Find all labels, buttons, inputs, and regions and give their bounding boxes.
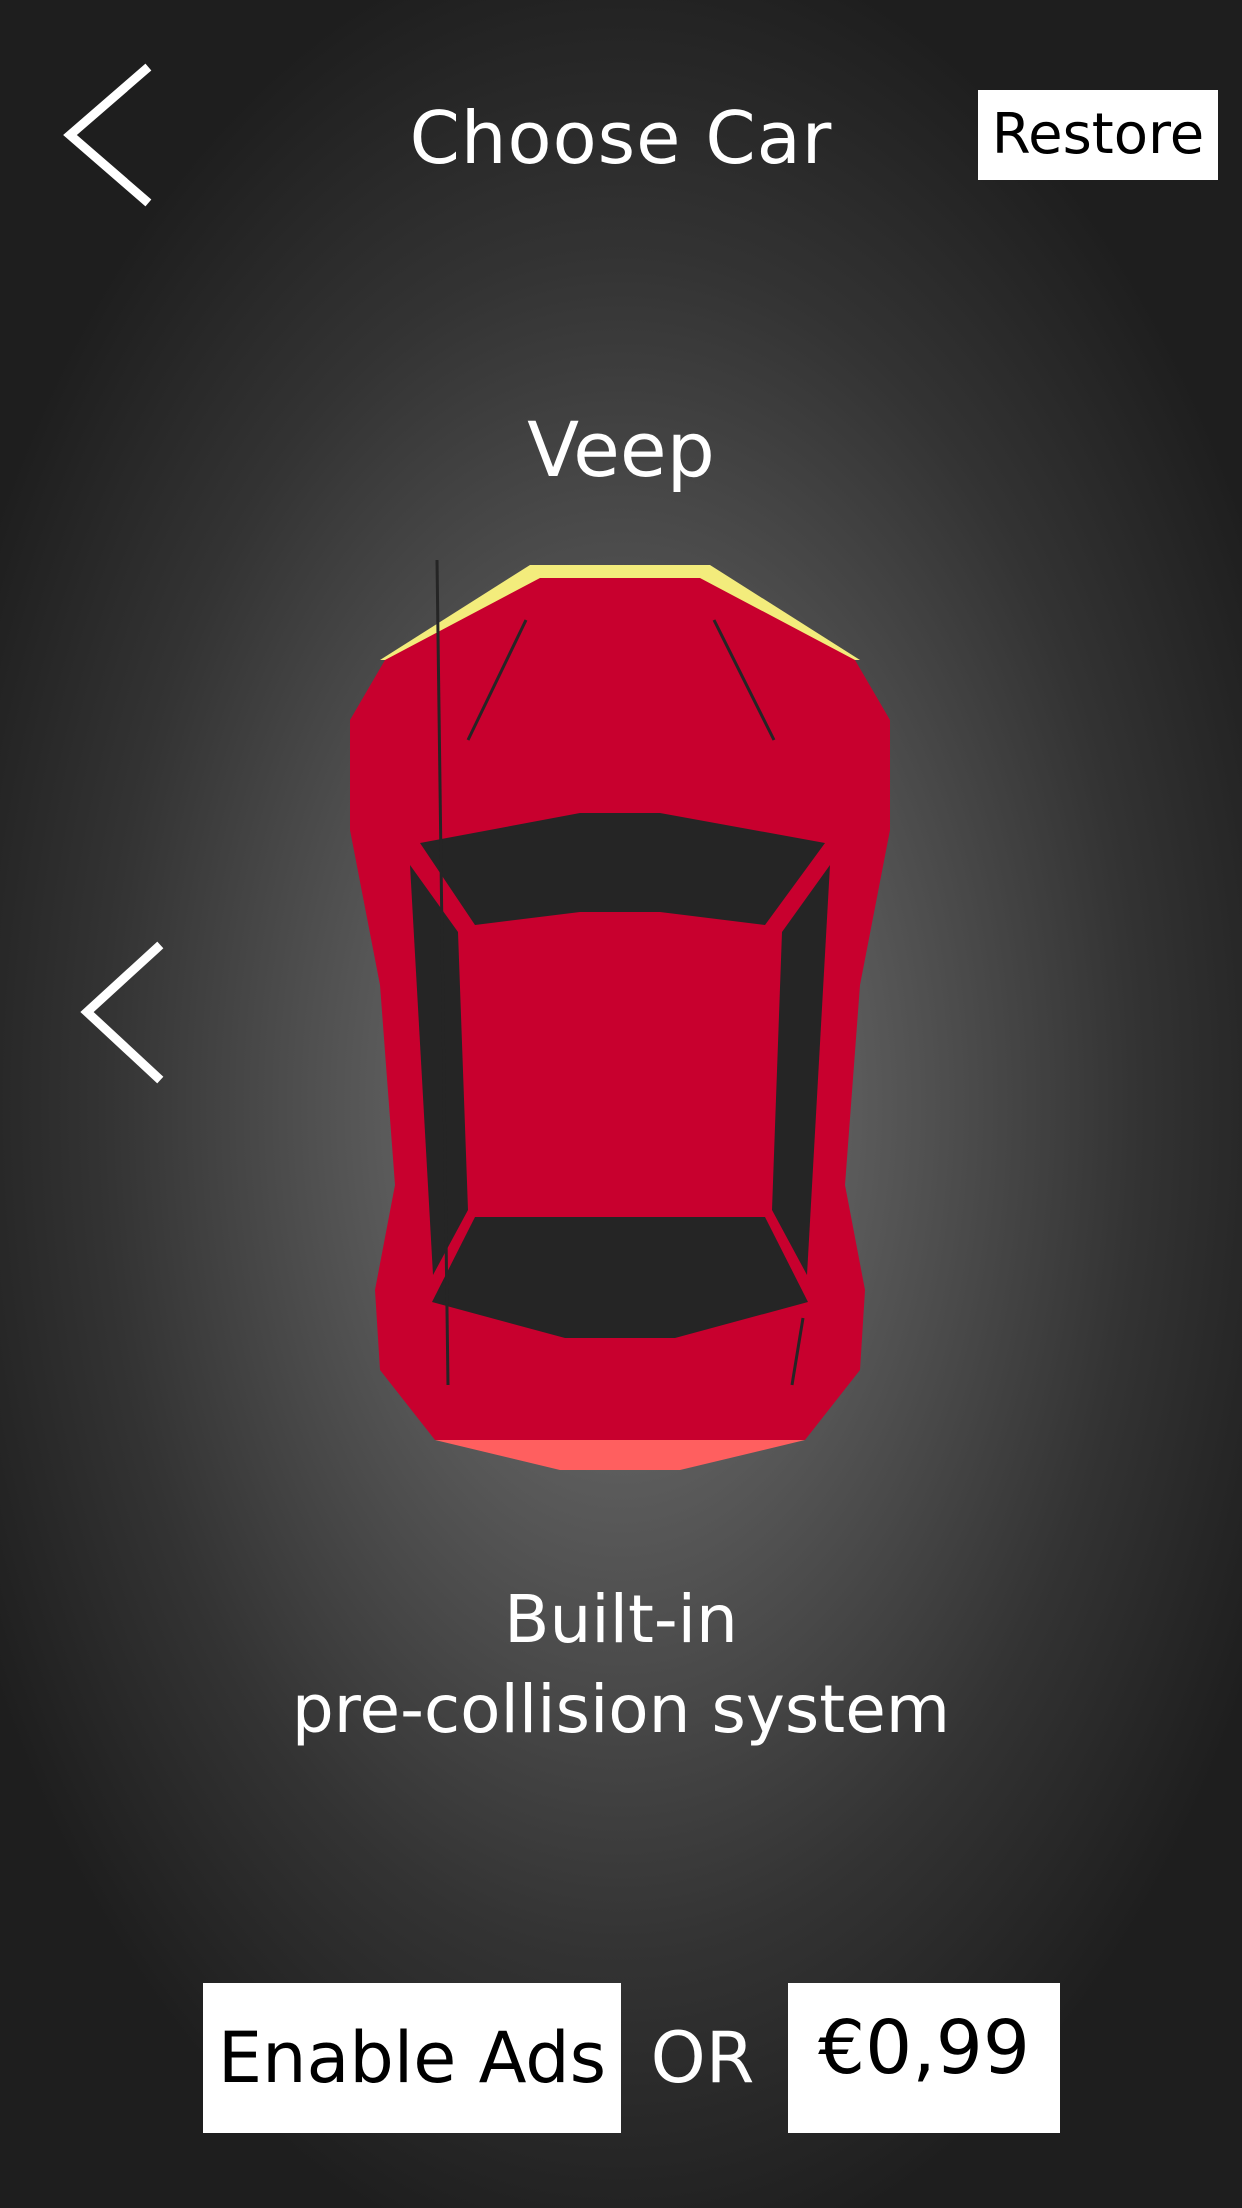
chevron-left-icon <box>80 941 164 1084</box>
feature-line-2: pre-collision system <box>291 1671 951 1748</box>
car-name: Veep <box>527 405 715 494</box>
buy-price-button[interactable]: €0,99 <box>788 1983 1060 2133</box>
previous-car-button[interactable] <box>75 940 175 1085</box>
feature-line-1: Built-in <box>504 1581 738 1658</box>
restore-button[interactable]: Restore <box>978 90 1218 180</box>
car-feature-description: Built-in pre-collision system <box>0 1575 1242 1755</box>
car-illustration <box>340 559 900 1470</box>
or-label: OR <box>650 2017 755 2099</box>
enable-ads-button[interactable]: Enable Ads <box>203 1983 621 2133</box>
taillights <box>435 1440 805 1470</box>
